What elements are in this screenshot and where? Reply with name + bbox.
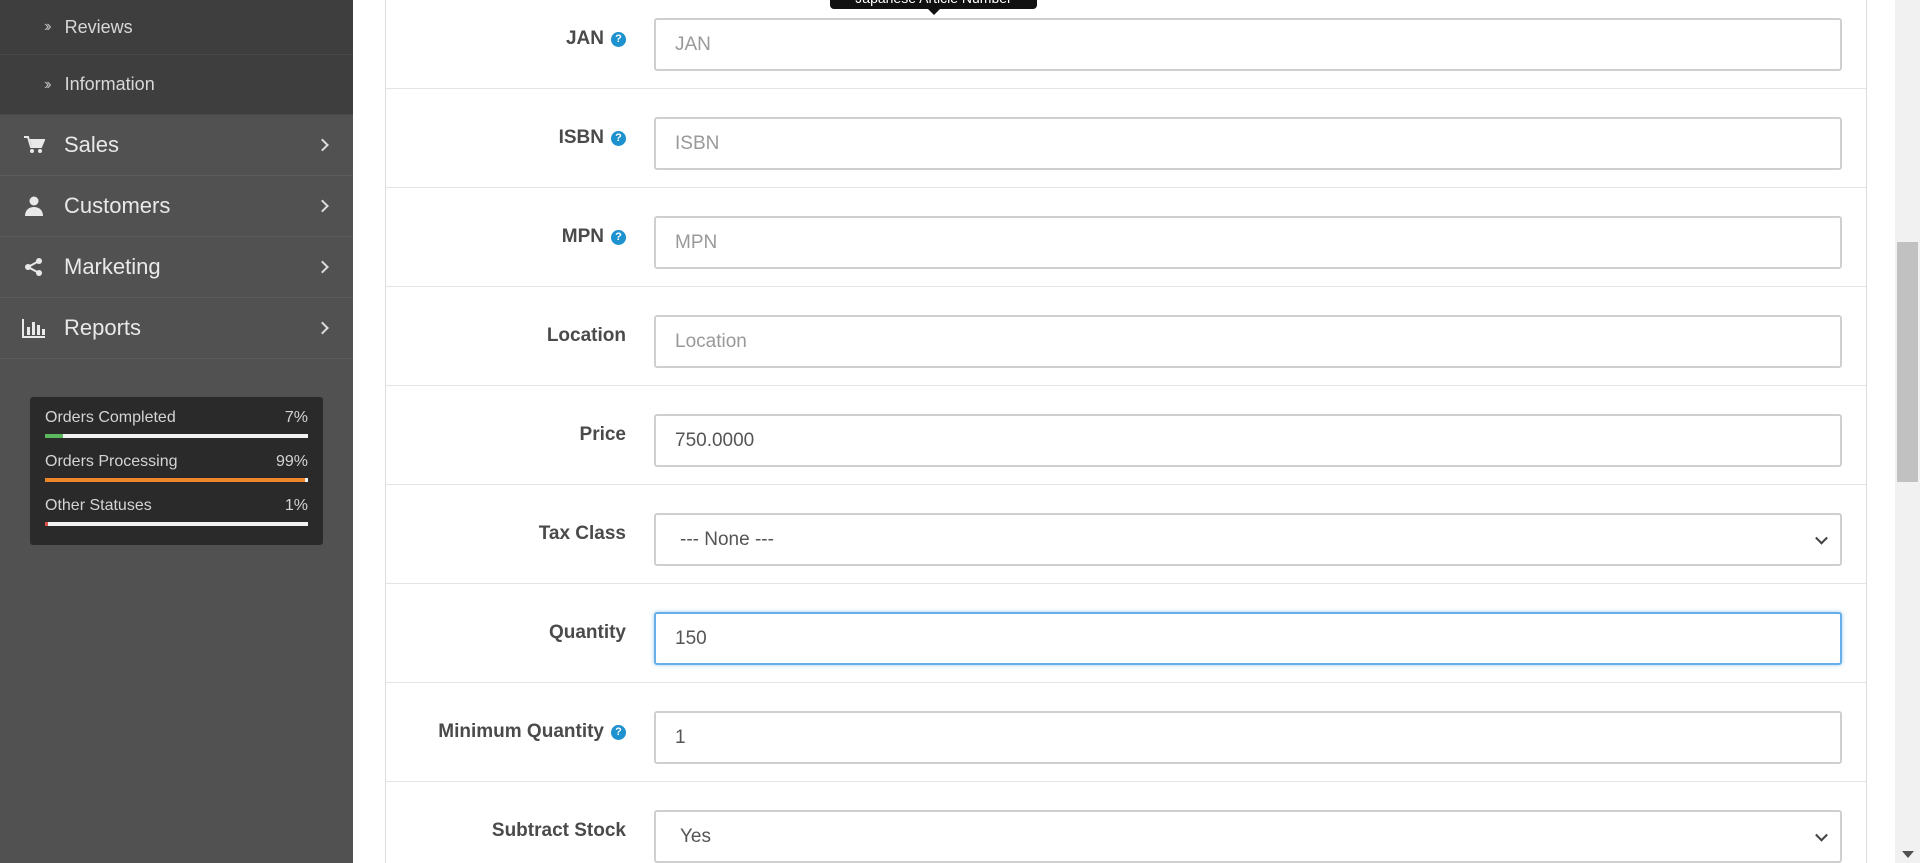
location-input[interactable] — [654, 315, 1842, 368]
chevron-right-icon — [316, 199, 329, 213]
scrollbar-thumb[interactable] — [1897, 242, 1918, 482]
field-label: Minimum Quantity? — [438, 683, 626, 781]
price-input[interactable] — [654, 414, 1842, 467]
sidebar-subitem-reviews[interactable]: ›› Reviews — [0, 0, 353, 55]
select-value: --- None --- — [680, 528, 774, 550]
help-icon[interactable]: ? — [611, 31, 626, 47]
form-row-tax-class: Tax Class --- None --- — [386, 485, 1866, 584]
stat-label: Orders Completed — [45, 409, 176, 426]
sidebar-item-marketing[interactable]: Marketing — [0, 237, 353, 298]
stat-label: Other Statuses — [45, 497, 152, 514]
form-row-price: Price — [386, 386, 1866, 485]
field-label: ISBN? — [559, 89, 626, 187]
progress-bar — [45, 478, 308, 482]
tooltip-arrow — [928, 9, 940, 15]
progress-fill — [45, 434, 64, 438]
help-icon[interactable]: ? — [611, 724, 626, 740]
sidebar-item-label: Marketing — [64, 254, 161, 279]
subtract-stock-select[interactable]: Yes — [654, 810, 1842, 863]
progress-fill — [45, 478, 306, 482]
stat-other-statuses: Other Statuses 1% — [45, 495, 308, 526]
stat-value: 99% — [275, 453, 308, 470]
main-content: JAN? ISBN? MPN? Location Price Tax Class… — [353, 0, 1895, 863]
sidebar-subitem-label: Reviews — [64, 16, 133, 37]
help-icon[interactable]: ? — [611, 229, 626, 245]
field-label: Location — [546, 325, 626, 346]
quantity-input[interactable] — [654, 612, 1842, 665]
sidebar-item-label: Customers — [64, 193, 171, 218]
jan-tooltip: Japanese Article Number — [830, 0, 1037, 9]
sidebar: ›› Reviews ›› Information Sales Customer… — [0, 0, 353, 863]
bar-chart-icon — [22, 317, 46, 339]
tax-class-select[interactable]: --- None --- — [654, 513, 1842, 566]
sidebar-item-label: Reports — [64, 315, 142, 340]
order-stats-panel: Orders Completed 7% Orders Processing 99… — [30, 397, 323, 545]
form-row-subtract-stock: Subtract Stock Yes — [386, 782, 1866, 863]
progress-bar — [45, 522, 308, 526]
field-label: Tax Class — [538, 523, 626, 544]
jan-input[interactable] — [654, 18, 1842, 71]
stat-value: 1% — [284, 497, 308, 514]
field-label: JAN? — [566, 0, 626, 88]
shopping-cart-icon — [22, 134, 46, 156]
chevron-down-icon — [1815, 531, 1828, 545]
chevron-right-icon — [316, 260, 329, 274]
select-value: Yes — [680, 825, 711, 847]
form-row-minimum-quantity: Minimum Quantity? — [386, 683, 1866, 782]
chevron-down-icon — [1815, 828, 1828, 842]
mpn-input[interactable] — [654, 216, 1842, 269]
chevron-right-icon — [316, 321, 329, 335]
form-row-location: Location — [386, 287, 1866, 386]
scroll-down-arrow-icon[interactable] — [1902, 851, 1914, 858]
form-row-isbn: ISBN? — [386, 89, 1866, 188]
sidebar-subitem-information[interactable]: ›› Information — [0, 55, 353, 115]
form-row-jan: JAN? — [386, 0, 1866, 89]
minimum-quantity-input[interactable] — [654, 711, 1842, 764]
double-chevron-right-icon: ›› — [44, 75, 51, 93]
stat-label: Orders Processing — [45, 453, 178, 470]
stat-value: 7% — [284, 409, 308, 426]
field-label: Subtract Stock — [491, 820, 626, 841]
help-icon[interactable]: ? — [611, 130, 626, 146]
sidebar-item-customers[interactable]: Customers — [0, 176, 353, 237]
progress-bar — [45, 434, 308, 438]
double-chevron-right-icon: ›› — [44, 18, 51, 35]
field-label: Price — [579, 424, 626, 445]
field-label: Quantity — [548, 622, 626, 643]
form-row-quantity: Quantity — [386, 584, 1866, 683]
stat-orders-processing: Orders Processing 99% — [45, 451, 308, 482]
product-data-form: JAN? ISBN? MPN? Location Price Tax Class… — [385, 0, 1867, 863]
stat-orders-completed: Orders Completed 7% — [45, 407, 308, 438]
form-row-mpn: MPN? — [386, 188, 1866, 287]
sidebar-item-label: Sales — [64, 132, 120, 157]
share-icon — [22, 256, 46, 278]
sidebar-item-sales[interactable]: Sales — [0, 115, 353, 176]
sidebar-subitem-label: Information — [64, 74, 155, 94]
user-icon — [22, 195, 46, 217]
isbn-input[interactable] — [654, 117, 1842, 170]
sidebar-item-reports[interactable]: Reports — [0, 298, 353, 359]
field-label: MPN? — [562, 188, 626, 286]
progress-fill — [45, 522, 48, 526]
page-scrollbar[interactable] — [1895, 0, 1920, 863]
chevron-right-icon — [316, 138, 329, 152]
